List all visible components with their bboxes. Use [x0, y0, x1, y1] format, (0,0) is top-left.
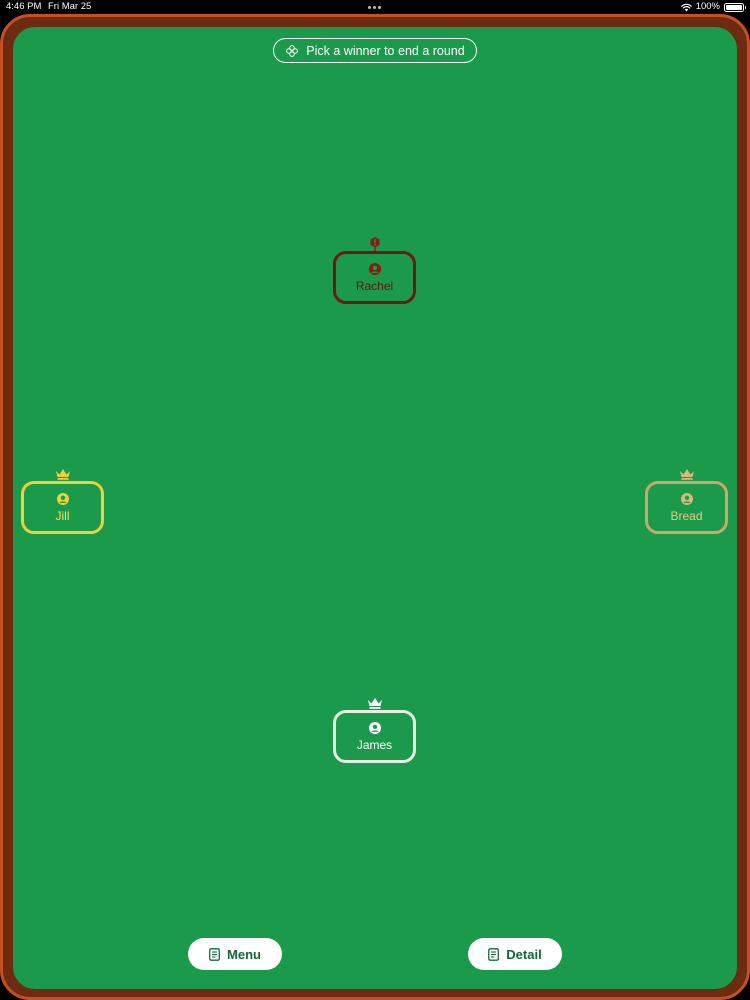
player-name: Rachel [355, 278, 394, 293]
multitasking-dots-icon[interactable] [368, 6, 381, 9]
user-avatar-icon [680, 492, 693, 505]
battery-icon [724, 2, 746, 12]
user-avatar-icon [368, 721, 381, 734]
crown-icon [55, 469, 70, 480]
hint-banner: Pick a winner to end a round [273, 38, 477, 63]
battery-percent: 100% [695, 1, 720, 12]
player-name: James [356, 737, 393, 752]
player-seat-james[interactable]: James [333, 698, 416, 763]
table-frame [0, 14, 750, 1000]
player-seat-rachel[interactable]: Rachel [333, 237, 416, 304]
wifi-icon [680, 3, 692, 11]
status-time: 4:46 PM [6, 1, 42, 12]
document-icon [488, 947, 500, 961]
user-avatar-icon [368, 262, 381, 275]
detail-button-label: Detail [506, 946, 542, 962]
menu-button[interactable]: Menu [188, 938, 282, 970]
alert-icon [370, 237, 379, 251]
menu-button-label: Menu [227, 946, 261, 962]
player-name: Jill [55, 508, 70, 523]
crown-icon [367, 698, 382, 709]
hint-text: Pick a winner to end a round [306, 43, 465, 58]
player-name: Bread [670, 508, 703, 523]
status-date: Fri Mar 25 [48, 1, 92, 12]
player-seat-bread[interactable]: Bread [645, 469, 728, 534]
table-felt [13, 27, 737, 989]
document-icon [209, 947, 220, 961]
user-avatar-icon [56, 492, 69, 505]
crown-icon [679, 469, 694, 480]
status-bar: 4:46 PM Fri Mar 25 100% [0, 0, 750, 14]
player-seat-jill[interactable]: Jill [21, 469, 104, 534]
clover-icon [286, 44, 299, 57]
detail-button[interactable]: Detail [468, 938, 562, 970]
status-indicators: 100% [680, 0, 746, 14]
